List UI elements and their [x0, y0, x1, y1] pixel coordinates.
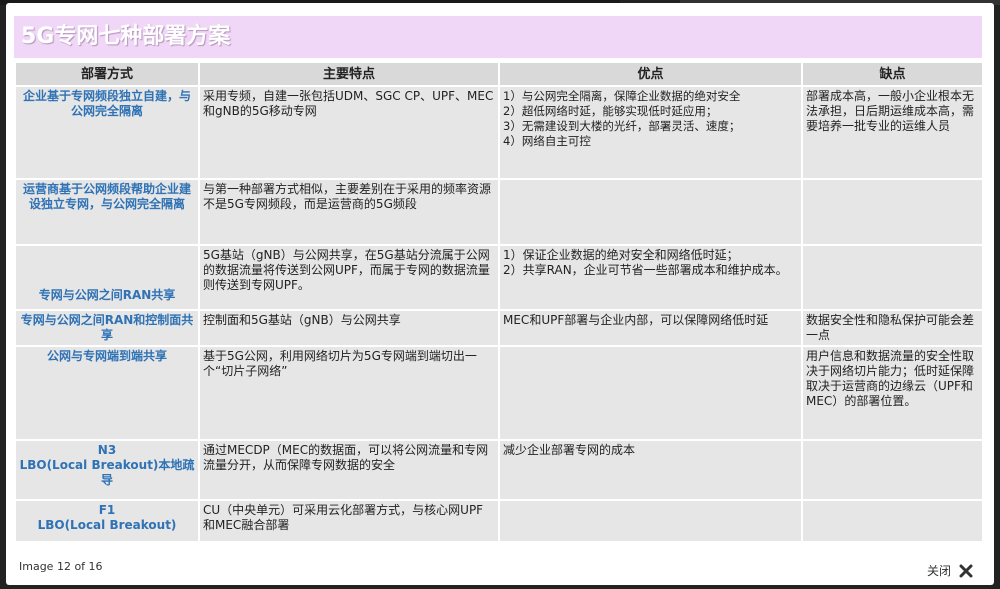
cell-feature: 基于5G公网，利用网络切片为5G专网端到端切出一个“切片子网络”: [198, 345, 500, 441]
cell-method: F1 LBO(Local Breakout): [14, 499, 200, 543]
cell-advantage: 1）保证企业数据的绝对安全和网络低时延； 2）共享RAN，企业可节省一些部署成本…: [498, 244, 803, 311]
method-text: N3 LBO(Local Breakout)本地疏导: [19, 443, 195, 487]
table-header-row: 部署方式 主要特点 优点 缺点: [14, 61, 984, 87]
cell-method: 企业基于专网频段独立自建，与公网完全隔离: [14, 85, 200, 180]
cell-method: 专网与公网之间RAN共享: [14, 244, 200, 311]
slide-title: 5G专网七种部署方案: [21, 24, 231, 49]
slide-title-banner: 5G专网七种部署方案: [14, 16, 982, 58]
close-button[interactable]: 关闭: [927, 562, 973, 579]
cell-feature: 采用专频，自建一张包括UDM、SGC CP、UPF、MEC和gNB的5G移动专网: [198, 85, 500, 180]
cell-feature: 与第一种部署方式相似，主要差别在于采用的频率资源不是5G专网频段，而是运营商的5…: [198, 178, 500, 246]
close-label: 关闭: [927, 564, 952, 578]
cell-feature: 控制面和5G基站（gNB）与公网共享: [198, 309, 500, 347]
cell-disadvantage: 数据安全性和隐私保护可能会差一点: [801, 309, 984, 347]
table-row: 专网与公网之间RAN共享 5G基站（gNB）与公网共享，在5G基站分流属于公网的…: [14, 244, 984, 311]
cell-method: N3 LBO(Local Breakout)本地疏导: [14, 439, 200, 501]
header-feature: 主要特点: [198, 61, 500, 87]
cell-method: 专网与公网之间RAN和控制面共享: [14, 309, 200, 347]
cell-feature: 通过MECDP（MEC的数据面，可以将公网流量和专网流量分开，从而保障专网数据的…: [198, 439, 500, 501]
method-text: F1 LBO(Local Breakout): [37, 503, 177, 532]
advantage-text: 1）与公网完全隔离，保障企业数据的绝对安全 2）超低网络时延，能够实现低时延应用…: [503, 89, 741, 148]
image-counter: Image 12 of 16: [19, 560, 103, 573]
cell-disadvantage: [801, 178, 984, 246]
header-advantage: 优点: [498, 61, 803, 87]
advantage-text: 1）保证企业数据的绝对安全和网络低时延； 2）共享RAN，企业可节省一些部署成本…: [503, 248, 788, 277]
cell-disadvantage: 部署成本高，一般小企业根本无法承担，日后期运维成本高，需要培养一批专业的运维人员: [801, 85, 984, 180]
deployment-table: 部署方式 主要特点 优点 缺点 企业基于专网频段独立自建，与公网完全隔离 采用专…: [14, 61, 984, 543]
table-row: 专网与公网之间RAN和控制面共享 控制面和5G基站（gNB）与公网共享 MEC和…: [14, 309, 984, 347]
cell-method: 公网与专网端到端共享: [14, 345, 200, 441]
cell-method: 运营商基于公网频段帮助企业建设独立专网，与公网完全隔离: [14, 178, 200, 246]
cell-advantage: MEC和UPF部署与企业内部，可以保障网络低时延: [498, 309, 803, 347]
close-icon: [959, 564, 973, 577]
cell-disadvantage: [801, 439, 984, 501]
table-row: N3 LBO(Local Breakout)本地疏导 通过MECDP（MEC的数…: [14, 439, 984, 501]
table-row: 运营商基于公网频段帮助企业建设独立专网，与公网完全隔离 与第一种部署方式相似，主…: [14, 178, 984, 246]
cell-disadvantage: [801, 244, 984, 311]
table-row: 企业基于专网频段独立自建，与公网完全隔离 采用专频，自建一张包括UDM、SGC …: [14, 85, 984, 180]
header-disadvantage: 缺点: [801, 61, 984, 87]
cell-disadvantage: [801, 499, 984, 543]
cell-advantage: [498, 499, 803, 543]
cell-advantage: [498, 178, 803, 246]
header-method: 部署方式: [14, 61, 200, 87]
table-row: 公网与专网端到端共享 基于5G公网，利用网络切片为5G专网端到端切出一个“切片子…: [14, 345, 984, 441]
cell-advantage: 1）与公网完全隔离，保障企业数据的绝对安全 2）超低网络时延，能够实现低时延应用…: [498, 85, 803, 180]
cell-advantage: 减少企业部署专网的成本: [498, 439, 803, 501]
table-row: F1 LBO(Local Breakout) CU（中央单元）可采用云化部署方式…: [14, 499, 984, 543]
cell-feature: 5G基站（gNB）与公网共享，在5G基站分流属于公网的数据流量将传送到公网UPF…: [198, 244, 500, 311]
cell-advantage: [498, 345, 803, 441]
cell-disadvantage: 用户信息和数据流量的安全性取决于网络切片能力；低时延保障取决于运营商的边缘云（U…: [801, 345, 984, 441]
cell-feature: CU（中央单元）可采用云化部署方式，与核心网UPF和MEC融合部署: [198, 499, 500, 543]
